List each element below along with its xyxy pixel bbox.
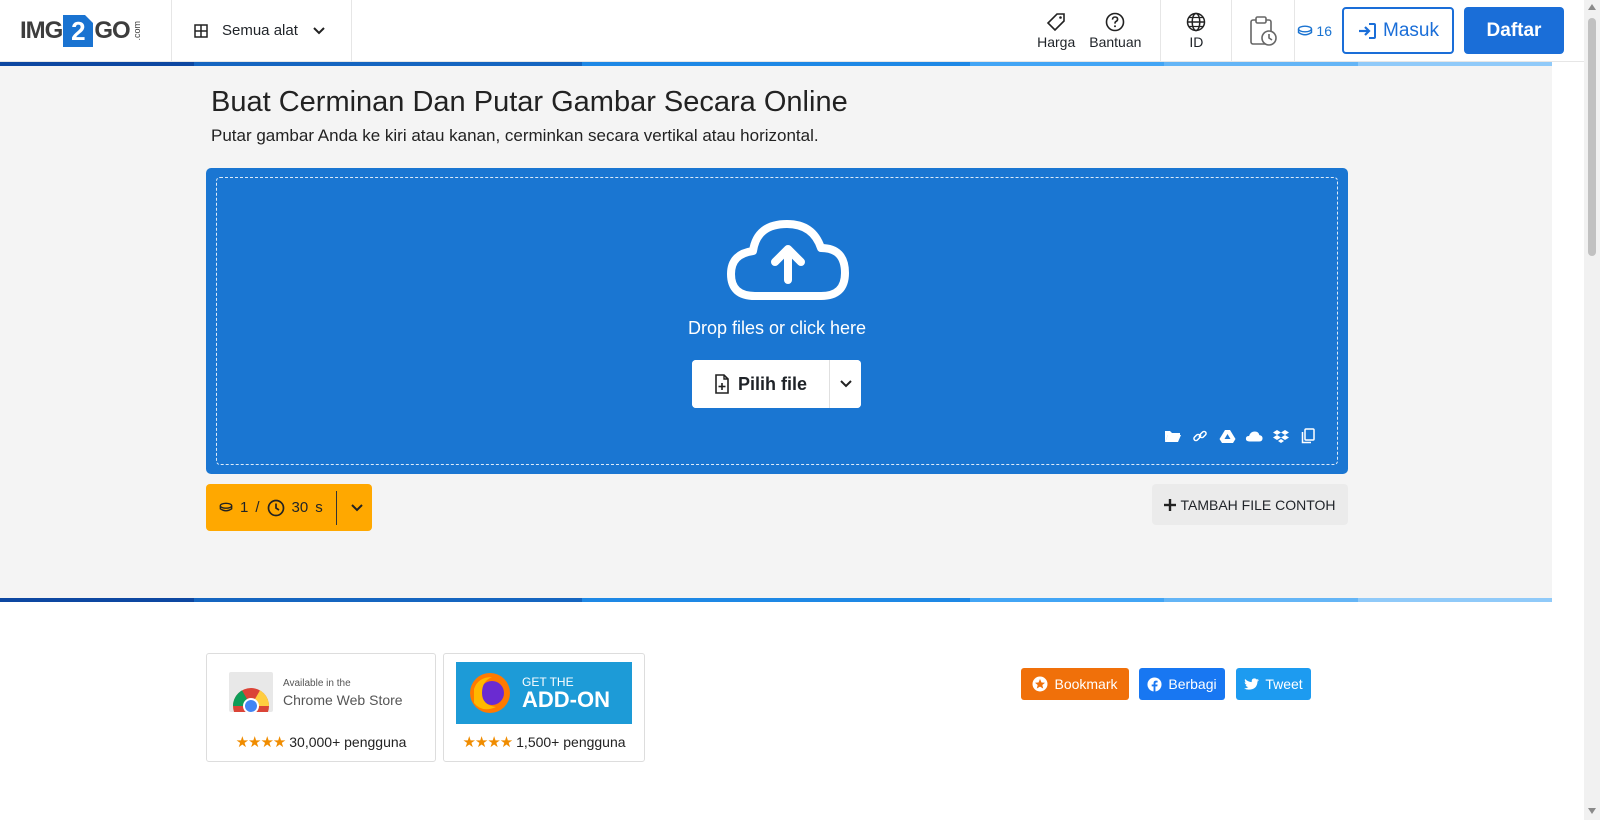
link-icon[interactable] xyxy=(1191,428,1209,444)
history-button[interactable] xyxy=(1232,0,1294,61)
sign-in-icon xyxy=(1359,22,1377,39)
logo[interactable]: IMG 2 GO .com xyxy=(0,0,172,61)
grid-icon xyxy=(194,23,208,38)
add-sample-file-button[interactable]: TAMBAH FILE CONTOH xyxy=(1152,484,1348,525)
cloud-upload-icon xyxy=(727,220,849,300)
tweet-label: Tweet xyxy=(1265,676,1303,692)
language-selector[interactable]: ID xyxy=(1161,0,1231,61)
top-navbar: IMG 2 GO .com Semua alat Harga Bantuan I… xyxy=(0,0,1584,62)
logo-text-suffix: .com xyxy=(131,20,142,41)
chrome-icon xyxy=(229,672,273,712)
divider xyxy=(335,490,337,525)
bookmark-button[interactable]: Bookmark xyxy=(1021,668,1129,700)
logo-text-img: IMG xyxy=(20,16,63,44)
chrome-users: 30,000+ pengguna xyxy=(289,734,407,750)
scroll-down-arrow[interactable] xyxy=(1588,808,1596,814)
language-label: ID xyxy=(1189,33,1204,50)
chrome-rating: ★★★★ 30,000+ pengguna xyxy=(207,733,435,751)
facebook-icon xyxy=(1147,676,1162,692)
file-dropzone[interactable]: Drop files or click here Pilih file xyxy=(206,168,1348,474)
clock-icon xyxy=(267,499,284,516)
login-label: Masuk xyxy=(1383,19,1439,41)
chevron-down-icon xyxy=(350,503,363,511)
firefox-addon-card[interactable]: GET THE ADD-ON ★★★★ 1,500+ pengguna xyxy=(443,653,645,762)
cost-unit: s xyxy=(315,499,323,516)
facebook-share-button[interactable]: Berbagi xyxy=(1139,668,1225,700)
coins-icon xyxy=(1298,25,1313,35)
twitter-icon xyxy=(1244,677,1260,690)
firefox-addon-badge: GET THE ADD-ON xyxy=(456,662,632,724)
star-circle-icon xyxy=(1032,676,1048,692)
chrome-store-text: Chrome Web Store xyxy=(283,692,403,708)
plus-icon xyxy=(1164,498,1177,511)
nav-help-label: Bantuan xyxy=(1089,33,1142,50)
login-button[interactable]: Masuk xyxy=(1342,7,1454,54)
chrome-available-text: Available in the xyxy=(283,678,351,689)
cost-time: 30 xyxy=(291,499,309,516)
credits-indicator[interactable]: 16 xyxy=(1295,0,1342,61)
register-button[interactable]: Daftar xyxy=(1464,7,1564,54)
clipboard-icon[interactable] xyxy=(1299,428,1317,444)
firefox-users: 1,500+ pengguna xyxy=(516,734,626,750)
cost-separator: / xyxy=(255,499,260,516)
firefox-icon xyxy=(470,673,510,713)
nav-help[interactable]: Bantuan xyxy=(1082,0,1148,61)
onedrive-icon[interactable] xyxy=(1245,428,1263,444)
choose-file-dropdown[interactable] xyxy=(830,360,861,408)
bookmark-label: Bookmark xyxy=(1054,676,1118,692)
facebook-label: Berbagi xyxy=(1168,676,1217,692)
upload-sources xyxy=(1164,428,1317,444)
logo-text-go: GO xyxy=(94,16,130,44)
coins-icon xyxy=(219,502,233,512)
star-rating: ★★★★ xyxy=(235,734,287,751)
nav-pricing-label: Harga xyxy=(1037,33,1076,50)
scroll-up-arrow[interactable] xyxy=(1588,4,1596,10)
scroll-thumb[interactable] xyxy=(1588,18,1596,256)
page-subtitle: Putar gambar Anda ke kiri atau kanan, ce… xyxy=(211,126,819,145)
google-drive-icon[interactable] xyxy=(1218,428,1236,444)
credits-count: 16 xyxy=(1316,22,1332,39)
logo-text-2: 2 xyxy=(63,14,94,47)
cost-credits: 1 xyxy=(240,499,249,516)
tweet-button[interactable]: Tweet xyxy=(1236,668,1311,700)
all-tools-label: Semua alat xyxy=(222,22,298,39)
choose-file-group: Pilih file xyxy=(692,360,861,408)
chevron-down-icon xyxy=(313,26,325,34)
nav-pricing[interactable]: Harga xyxy=(1030,0,1082,61)
footer-stripe xyxy=(0,598,1552,602)
dropzone-border: Drop files or click here Pilih file xyxy=(216,177,1338,465)
page-scrollbar[interactable] xyxy=(1584,0,1600,820)
chrome-web-store-badge: Available in the Chrome Web Store xyxy=(229,672,403,712)
all-tools-menu[interactable]: Semua alat xyxy=(172,0,352,61)
star-rating: ★★★★ xyxy=(462,734,513,751)
add-sample-label: TAMBAH FILE CONTOH xyxy=(1180,496,1336,513)
chevron-down-icon xyxy=(839,380,852,388)
page-title: Buat Cerminan Dan Putar Gambar Secara On… xyxy=(211,86,848,118)
tag-icon xyxy=(1047,12,1065,31)
file-add-icon xyxy=(715,374,729,394)
dropzone-text: Drop files or click here xyxy=(687,318,867,338)
question-icon xyxy=(1106,12,1125,31)
clipboard-clock-icon xyxy=(1250,15,1278,46)
firefox-rating: ★★★★ 1,500+ pengguna xyxy=(444,733,644,751)
choose-file-label: Pilih file xyxy=(737,373,807,394)
conversion-cost-button[interactable]: 1 / 30 s xyxy=(206,484,372,531)
folder-icon[interactable] xyxy=(1164,428,1182,444)
chrome-extension-card[interactable]: Available in the Chrome Web Store ★★★★ 3… xyxy=(206,653,436,762)
dropbox-icon[interactable] xyxy=(1272,428,1290,444)
globe-icon xyxy=(1187,12,1206,31)
choose-file-button[interactable]: Pilih file xyxy=(692,360,830,408)
firefox-line2: ADD-ON xyxy=(522,686,610,712)
